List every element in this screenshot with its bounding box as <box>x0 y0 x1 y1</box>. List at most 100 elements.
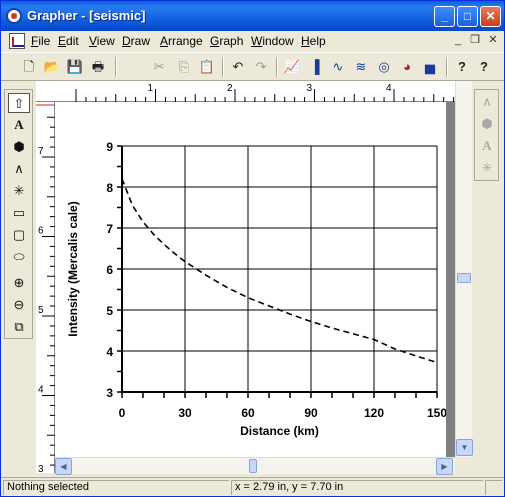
toolbar-separator <box>446 57 448 77</box>
zoom-page-icon[interactable]: ⧉ <box>8 317 30 337</box>
text-format-icon[interactable]: A <box>477 136 497 156</box>
ruler-label: 5 <box>38 305 44 316</box>
symbol-format-icon[interactable]: ✳ <box>477 158 497 178</box>
zoom-in-icon[interactable]: ⊕ <box>8 273 30 293</box>
scroll-right-button[interactable]: ▶ <box>436 458 453 475</box>
cut-icon[interactable]: ✂ <box>149 57 169 77</box>
x-tick-label: 90 <box>304 406 318 420</box>
reshape-line-icon[interactable]: ∧ <box>477 92 497 112</box>
spectrum-plot-icon[interactable]: ≋ <box>351 57 371 77</box>
menu-draw[interactable]: Draw <box>122 34 150 48</box>
polyline-tool-icon[interactable]: ∧ <box>8 159 30 179</box>
series-line <box>121 178 438 364</box>
menu-arrange[interactable]: Arrange <box>160 34 203 48</box>
seismic-intensity-chart[interactable]: 0 30 60 90 120 150 3 4 5 6 7 8 9 Distance (km) Intensi… <box>55 102 446 457</box>
drawing-tools-palette: ⇧ A ⬢ ∧ ✳ ▭ ▢ ⬭ ⊕ ⊖ ⧉ <box>4 89 33 339</box>
ruler-label: 3 <box>38 464 44 473</box>
minimize-button[interactable]: _ <box>434 6 455 27</box>
copy-icon[interactable]: ⎘ <box>174 57 194 77</box>
text-tool-icon[interactable]: A <box>8 115 30 135</box>
polygon-fill-icon[interactable]: ⬢ <box>477 114 497 134</box>
ruler-label: 4 <box>386 83 392 94</box>
histogram-icon[interactable]: ▅ <box>420 57 440 77</box>
x-tick-label: 0 <box>119 406 126 420</box>
save-icon[interactable]: 💾 <box>65 57 85 77</box>
menu-view[interactable]: View <box>89 34 115 48</box>
status-selection: Nothing selected <box>3 480 229 495</box>
context-help-icon[interactable]: ? <box>474 57 494 77</box>
window-title: Grapher - [seismic] <box>27 8 146 23</box>
open-folder-icon[interactable]: 📂 <box>42 57 62 77</box>
print-icon[interactable]: 🖶 <box>88 57 108 77</box>
polygon-tool-icon[interactable]: ⬢ <box>8 137 30 157</box>
ellipse-tool-icon[interactable]: ⬭ <box>8 247 30 267</box>
standard-toolbar: 🗋 📂 💾 🖶 ✂ ⎘ 📋 ↶ ↷ 📈 ▐ ∿ ≋ ◎ ◕ ▅ ? ? <box>1 52 504 81</box>
mdi-minimize-button[interactable]: _ <box>451 33 465 47</box>
y-tick-label: 8 <box>106 181 113 195</box>
rectangle-tool-icon[interactable]: ▭ <box>8 203 30 223</box>
symbol-tool-icon[interactable]: ✳ <box>8 181 30 201</box>
vertical-ruler: 7 6 5 4 3 <box>36 102 55 475</box>
pie-chart-icon[interactable]: ◕ <box>397 57 417 77</box>
y-tick-label: 7 <box>106 222 113 236</box>
x-tick-label: 120 <box>364 406 384 420</box>
menu-help[interactable]: Help <box>301 34 326 48</box>
rounded-rectangle-tool-icon[interactable]: ▢ <box>8 225 30 245</box>
line-graph-icon[interactable]: 📈 <box>282 57 302 77</box>
x-tick-label: 150 <box>427 406 446 420</box>
menu-file[interactable]: File <box>31 34 50 48</box>
close-button[interactable]: ✕ <box>480 6 501 27</box>
horizontal-scrollbar[interactable]: ◀ ▶ <box>55 457 455 475</box>
document-menu-icon[interactable] <box>9 33 25 49</box>
zoom-out-icon[interactable]: ⊖ <box>8 295 30 315</box>
status-resize-grip[interactable] <box>485 480 502 495</box>
undo-icon[interactable]: ↶ <box>228 57 248 77</box>
vertical-scroll-thumb[interactable] <box>457 273 471 283</box>
maximize-button[interactable]: □ <box>457 6 478 27</box>
wave-plot-icon[interactable]: ∿ <box>328 57 348 77</box>
ruler-label: 2 <box>227 83 233 94</box>
x-tick-label: 60 <box>241 406 255 420</box>
horizontal-ruler-ticks: 123456 <box>75 83 472 102</box>
ruler-label: 1 <box>148 83 154 94</box>
paste-icon[interactable]: 📋 <box>197 57 217 77</box>
horizontal-scroll-thumb[interactable] <box>249 459 257 473</box>
x-tick-label: 30 <box>178 406 192 420</box>
vertical-ruler-ticks: 7 6 5 4 3 <box>36 104 55 475</box>
grapher-app-icon[interactable] <box>6 8 22 24</box>
redo-icon[interactable]: ↷ <box>251 57 271 77</box>
format-tools-palette: ∧ ⬢ A ✳ <box>474 89 499 181</box>
toolbar-separator <box>222 57 224 77</box>
y-tick-label: 4 <box>106 345 113 359</box>
ruler-label: 6 <box>38 226 44 237</box>
scroll-down-button[interactable]: ▼ <box>456 439 473 456</box>
new-document-icon[interactable]: 🗋 <box>19 57 39 77</box>
menu-graph[interactable]: Graph <box>210 34 243 48</box>
y-tick-label: 5 <box>106 304 113 318</box>
help-icon[interactable]: ? <box>452 57 472 77</box>
mdi-close-button[interactable]: ✕ <box>486 33 500 47</box>
toolbar-separator <box>115 57 117 77</box>
y-axis-label: Intensity (Mercalis cale) <box>66 201 80 336</box>
main-window: Grapher - [seismic] _ □ ✕ File Edit View… <box>0 0 505 497</box>
y-tick-label: 6 <box>106 263 113 277</box>
menu-edit[interactable]: Edit <box>58 34 79 48</box>
title-bar[interactable]: Grapher - [seismic] _ □ ✕ <box>1 1 504 31</box>
toolbar-separator <box>276 57 278 77</box>
menu-window[interactable]: Window <box>251 34 294 48</box>
status-bar: Nothing selected x = 2.79 in, y = 7.70 i… <box>1 477 504 496</box>
bar-chart-icon[interactable]: ▐ <box>305 57 325 77</box>
y-tick-label: 9 <box>106 140 113 154</box>
scroll-left-button[interactable]: ◀ <box>55 458 72 475</box>
vertical-scrollbar[interactable]: ▼ <box>455 81 473 457</box>
mdi-restore-button[interactable]: ❐ <box>468 33 482 47</box>
ruler-label: 4 <box>38 385 44 396</box>
status-cursor-position: x = 2.79 in, y = 7.70 in <box>231 480 483 495</box>
page-margin-area <box>446 102 455 457</box>
select-arrow-icon[interactable]: ⇧ <box>8 93 30 113</box>
x-axis-label: Distance (km) <box>240 424 319 438</box>
ruler-label: 7 <box>38 146 44 157</box>
ruler-label: 3 <box>307 83 313 94</box>
menu-bar: File Edit View Draw Arrange Graph Window… <box>1 31 504 51</box>
polar-plot-icon[interactable]: ◎ <box>374 57 394 77</box>
